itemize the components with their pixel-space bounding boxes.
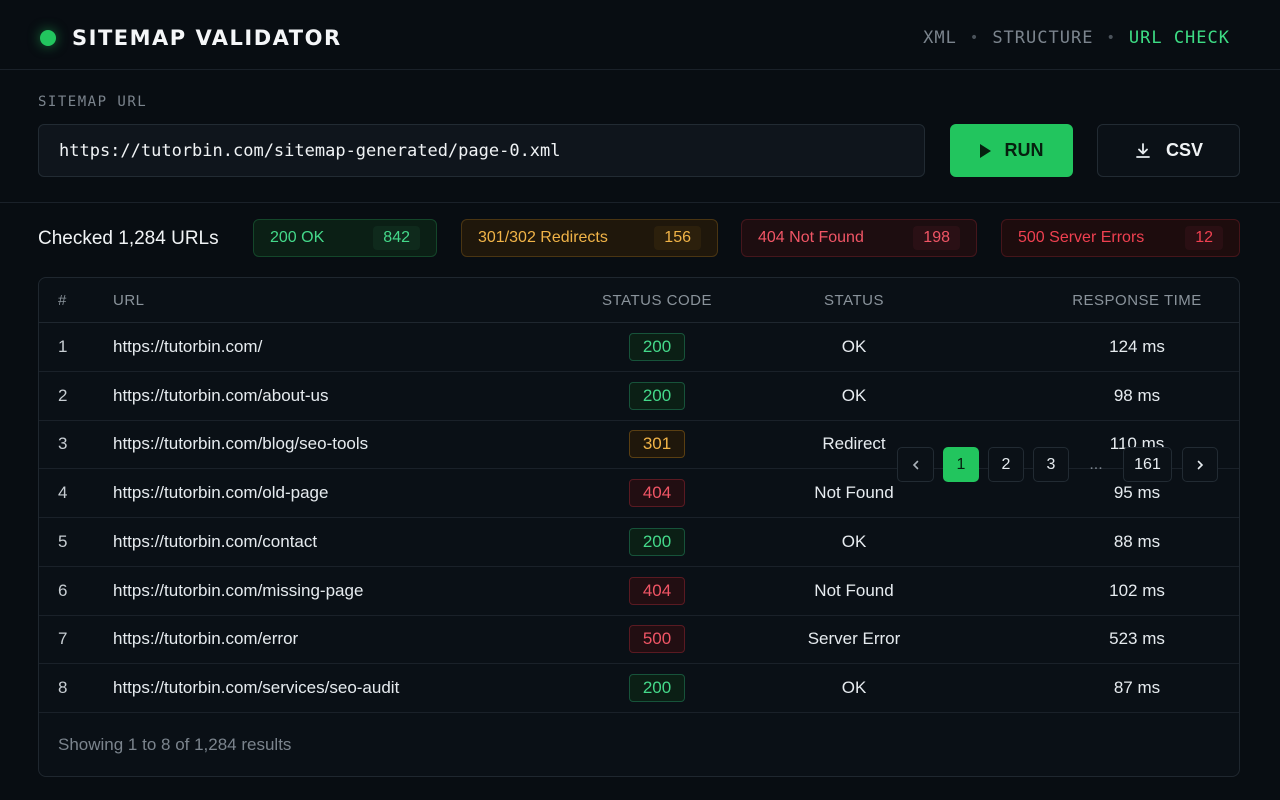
pill-label: 404 Not Found bbox=[758, 229, 864, 246]
row-url: https://tutorbin.com/missing-page bbox=[113, 580, 364, 600]
page-button-2[interactable]: 2 bbox=[988, 447, 1024, 482]
row-number: 4 bbox=[58, 483, 68, 503]
row-response-time: 102 ms bbox=[1109, 580, 1165, 600]
pill-count: 842 bbox=[373, 226, 420, 250]
row-number: 8 bbox=[58, 677, 68, 697]
status-code-badge: 404 bbox=[629, 576, 685, 605]
summary-pill-server-errors[interactable]: 500 Server Errors 12 bbox=[1001, 219, 1240, 257]
row-status: OK bbox=[841, 337, 867, 356]
pill-label: 500 Server Errors bbox=[1018, 229, 1145, 246]
run-button-label: RUN bbox=[1004, 140, 1044, 160]
sitemap-url-label: SITEMAP URL bbox=[38, 94, 148, 110]
table-row[interactable]: 1 https://tutorbin.com/200 OK 124 ms bbox=[39, 323, 1239, 372]
status-code-badge: 200 bbox=[629, 527, 685, 556]
status-code-badge: 200 bbox=[629, 381, 685, 410]
row-response-time: 87 ms bbox=[1113, 677, 1161, 697]
row-response-time: 523 ms bbox=[1109, 629, 1165, 649]
row-response-time: 98 ms bbox=[1113, 385, 1161, 405]
row-status: OK bbox=[841, 385, 867, 405]
row-number: 6 bbox=[58, 580, 68, 600]
column-header-status: STATUS bbox=[824, 292, 884, 309]
row-status: OK bbox=[841, 531, 867, 551]
row-response-time: 124 ms bbox=[1109, 337, 1165, 356]
download-icon bbox=[1136, 142, 1150, 158]
run-button[interactable]: RUN bbox=[950, 124, 1073, 177]
csv-button-label: CSV bbox=[1165, 140, 1203, 160]
row-status: Not Found bbox=[814, 580, 894, 600]
status-dot-icon bbox=[40, 30, 56, 46]
row-status: OK bbox=[841, 677, 867, 697]
prev-page-button[interactable] bbox=[897, 447, 934, 482]
pill-count: 156 bbox=[654, 226, 701, 250]
checked-count-text: Checked 1,284 URLs bbox=[38, 228, 219, 249]
page-button-3[interactable]: 3 bbox=[1033, 447, 1069, 482]
status-code-badge: 200 bbox=[629, 673, 685, 702]
pill-label: 301/302 Redirects bbox=[478, 229, 608, 246]
results-count-text: Showing 1 to 8 of 1,284 results bbox=[58, 735, 292, 754]
pill-count: 12 bbox=[1185, 226, 1223, 250]
row-number: 5 bbox=[58, 531, 68, 551]
status-code-badge: 200 bbox=[629, 333, 685, 361]
chevron-left-icon bbox=[912, 460, 918, 469]
pill-label: 200 OK bbox=[270, 229, 325, 246]
summary-pill-ok[interactable]: 200 OK 842 bbox=[253, 219, 437, 257]
section-divider bbox=[0, 202, 1280, 203]
table-row[interactable]: 6 https://tutorbin.com/missing-page 404 Not… bbox=[39, 567, 1239, 616]
column-header-url: URL bbox=[113, 292, 145, 309]
summary-pill-not-found[interactable]: 404 Not Found 198 bbox=[741, 219, 977, 257]
play-icon bbox=[979, 143, 991, 158]
row-number: 2 bbox=[58, 385, 68, 405]
row-number: 1 bbox=[58, 337, 68, 356]
page-button-161[interactable]: 161 bbox=[1123, 447, 1172, 482]
next-page-button[interactable] bbox=[1182, 447, 1218, 482]
row-url: https://tutorbin.com/services/seo-audit bbox=[113, 677, 400, 697]
row-url: https://tutorbin.com/old-page bbox=[113, 483, 329, 503]
nav-item-xml[interactable]: XML bbox=[923, 26, 957, 50]
status-code-badge: 301 bbox=[629, 430, 685, 459]
column-header-status-code: STATUS CODE bbox=[602, 292, 712, 309]
results-table: # URL STATUS CODE STATUS RESPONSE TIME 1… bbox=[38, 277, 1240, 777]
csv-export-button[interactable]: CSV bbox=[1097, 124, 1240, 177]
status-code-badge: 404 bbox=[629, 479, 685, 508]
table-row[interactable]: 8 https://tutorbin.com/services/seo-audit… bbox=[39, 664, 1239, 713]
row-status: Server Error bbox=[807, 629, 901, 649]
sitemap-url-input[interactable] bbox=[38, 124, 925, 177]
column-header-response-time: RESPONSE TIME bbox=[1072, 292, 1202, 309]
nav-item-url-check[interactable]: URL CHECK bbox=[1129, 26, 1230, 50]
nav-item-structure[interactable]: STRUCTURE bbox=[992, 26, 1093, 50]
row-url: https://tutorbin.com/ bbox=[113, 337, 263, 356]
column-header-number: # bbox=[58, 292, 67, 309]
app-title: SITEMAP VALIDATOR bbox=[72, 26, 342, 50]
nav-separator: • bbox=[969, 30, 980, 46]
top-nav: XML • STRUCTURE • URL CHECK bbox=[923, 26, 1230, 50]
summary-pill-redirects[interactable]: 301/302 Redirects 156 bbox=[461, 219, 718, 257]
row-response-time: 88 ms bbox=[1113, 531, 1161, 551]
row-url: https://tutorbin.com/blog/seo-tools bbox=[113, 434, 369, 454]
nav-separator: • bbox=[1106, 30, 1116, 46]
row-number: 7 bbox=[58, 629, 68, 649]
row-url: https://tutorbin.com/about-us bbox=[113, 385, 329, 405]
table-row[interactable]: 2 https://tutorbin.com/about-us 200 OK 98 ms bbox=[39, 372, 1239, 421]
page-button-1[interactable]: 1 bbox=[943, 447, 979, 482]
table-row[interactable]: 7 https://tutorbin.com/error 500 Server Err… bbox=[39, 615, 1239, 665]
row-url: https://tutorbin.com/contact bbox=[113, 531, 318, 551]
page-ellipsis: ... bbox=[1089, 455, 1103, 473]
pill-count: 198 bbox=[913, 226, 960, 250]
status-code-badge: 500 bbox=[629, 625, 685, 654]
row-number: 3 bbox=[58, 434, 68, 454]
table-header: # URL STATUS CODE STATUS RESPONSE TIME bbox=[39, 278, 1239, 323]
row-url: https://tutorbin.com/error bbox=[113, 629, 299, 649]
table-row[interactable]: 5 https://tutorbin.com/contact 200 OK 88 ms bbox=[39, 518, 1239, 567]
chevron-right-icon bbox=[1197, 460, 1204, 469]
app-header: SITEMAP VALIDATOR XML • STRUCTURE • URL … bbox=[0, 0, 1280, 70]
table-footer: Showing 1 to 8 of 1,284 results bbox=[39, 710, 1239, 776]
